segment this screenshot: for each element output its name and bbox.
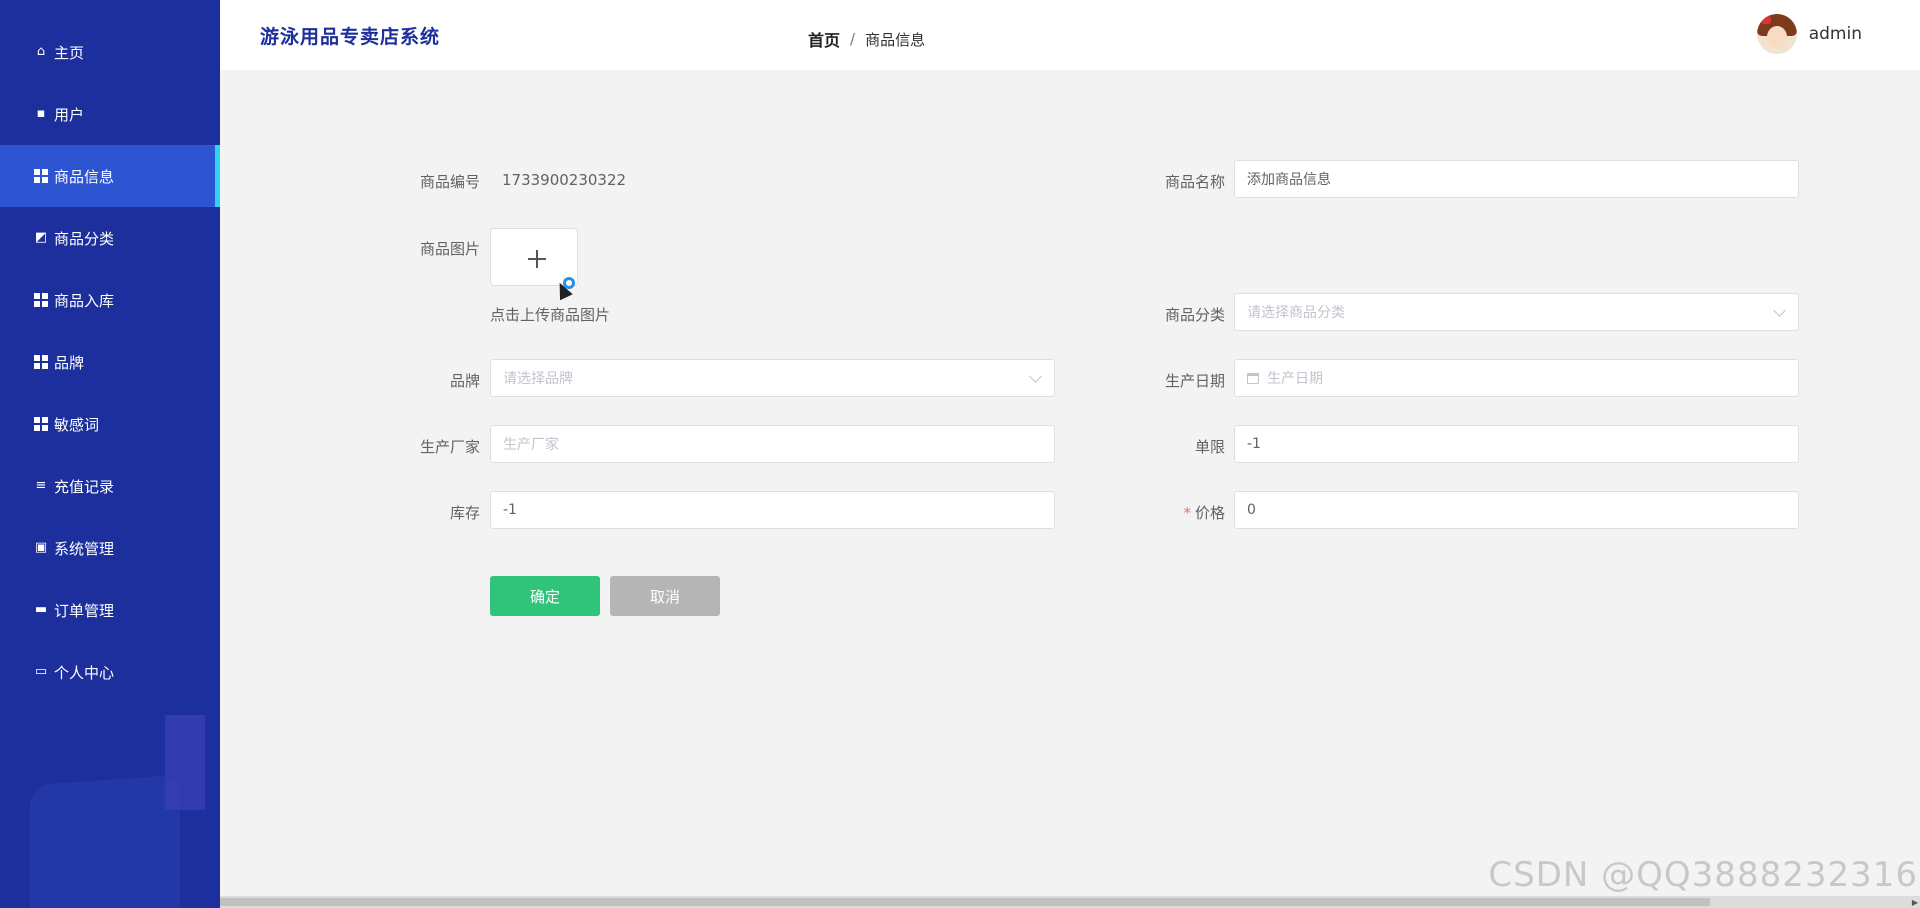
manufacturer-placeholder: 生产厂家 <box>503 437 559 453</box>
sidebar-item-personal-center[interactable]: ▭ 个人中心 <box>0 641 220 703</box>
top-header: 游泳用品专卖店系统 首页 / 商品信息 admin <box>220 0 1920 70</box>
avatar <box>1756 14 1797 54</box>
product-no-value: 1733900230322 <box>502 171 627 189</box>
sidebar-decoration <box>30 774 180 908</box>
confirm-button[interactable]: 确定 <box>490 576 600 616</box>
stock-label: 库存 <box>449 504 480 522</box>
price-value: 0 <box>1247 502 1256 518</box>
grid-icon <box>34 169 48 183</box>
sidebar-item-recharge-records[interactable]: ≡ 充值记录 <box>0 455 220 517</box>
sidebar-item-label: 个人中心 <box>54 663 115 682</box>
breadcrumb-separator: / <box>850 30 856 48</box>
sidebar-item-users[interactable]: ▪ 用户 <box>0 83 220 145</box>
sidebar-item-label: 系统管理 <box>54 539 115 558</box>
scroll-right-icon[interactable]: ▶ <box>1912 898 1918 907</box>
user-menu[interactable]: admin <box>1756 14 1862 54</box>
breadcrumb-current: 商品信息 <box>865 30 926 49</box>
sidebar-item-product-category[interactable]: ◩ 商品分类 <box>0 207 220 269</box>
manufacturer-input[interactable]: 生产厂家 <box>490 425 1055 463</box>
stock-input[interactable]: -1 <box>490 491 1055 529</box>
sidebar-item-home[interactable]: ⌂ 主页 <box>0 21 220 83</box>
chart-icon: ◩ <box>34 230 48 245</box>
sidebar: ⌂ 主页 ▪ 用户 商品信息 ◩ 商品分类 商品入库 品牌 敏感词 ≡ 充值记录… <box>0 0 220 908</box>
grid-icon <box>34 355 48 369</box>
scrollbar-thumb[interactable] <box>220 898 1710 906</box>
required-mark: * <box>1183 504 1191 522</box>
loading-indicator-icon <box>563 277 575 289</box>
chevron-down-icon <box>1773 304 1786 317</box>
category-select[interactable]: 请选择商品分类 <box>1234 293 1799 331</box>
limit-value: -1 <box>1247 436 1261 452</box>
sidebar-item-label: 商品入库 <box>54 291 115 310</box>
sidebar-item-product-info[interactable]: 商品信息 <box>0 145 220 207</box>
home-icon: ⌂ <box>36 44 46 59</box>
sidebar-item-product-stock-in[interactable]: 商品入库 <box>0 269 220 331</box>
clipboard-icon: ▣ <box>34 540 48 555</box>
limit-label: 单限 <box>1194 438 1225 456</box>
image-upload-hint: 点击上传商品图片 <box>490 306 611 324</box>
horizontal-scrollbar[interactable]: ▶ <box>220 896 1920 908</box>
grid-icon <box>34 417 48 431</box>
app-title: 游泳用品专卖店系统 <box>260 26 441 48</box>
brand-label: 品牌 <box>449 372 480 390</box>
price-label: * 价格 <box>1183 504 1225 522</box>
sidebar-item-label: 订单管理 <box>54 601 115 620</box>
limit-input[interactable]: -1 <box>1234 425 1799 463</box>
sliders-icon: ≡ <box>35 478 47 493</box>
watermark: CSDN @QQ3888232316 <box>1488 855 1918 895</box>
category-label: 商品分类 <box>1164 306 1225 324</box>
production-date-placeholder: 生产日期 <box>1267 371 1323 387</box>
breadcrumb: 首页 / 商品信息 <box>808 27 925 51</box>
card-icon: ▭ <box>34 664 48 679</box>
price-input[interactable]: 0 <box>1234 491 1799 529</box>
calendar-icon <box>1247 372 1259 384</box>
sidebar-item-label: 敏感词 <box>54 415 100 434</box>
sidebar-item-label: 品牌 <box>54 353 85 372</box>
category-placeholder: 请选择商品分类 <box>1247 305 1345 321</box>
grid-icon <box>34 293 48 307</box>
breadcrumb-home[interactable]: 首页 <box>808 27 840 51</box>
production-date-label: 生产日期 <box>1164 372 1225 390</box>
sidebar-item-label: 用户 <box>54 105 85 124</box>
sidebar-item-system-management[interactable]: ▣ 系统管理 <box>0 517 220 579</box>
product-name-label: 商品名称 <box>1164 173 1225 191</box>
production-date-picker[interactable]: 生产日期 <box>1234 359 1799 397</box>
cancel-button[interactable]: 取消 <box>610 576 720 616</box>
product-no-label: 商品编号 <box>419 173 480 191</box>
sidebar-item-order-management[interactable]: ▬ 订单管理 <box>0 579 220 641</box>
monitor-icon: ▬ <box>34 602 48 617</box>
stock-value: -1 <box>503 502 517 518</box>
brand-placeholder: 请选择品牌 <box>503 371 573 387</box>
sidebar-item-label: 商品分类 <box>54 229 115 248</box>
sidebar-item-brand[interactable]: 品牌 <box>0 331 220 393</box>
username: admin <box>1808 24 1862 44</box>
product-image-label: 商品图片 <box>419 240 480 258</box>
manufacturer-label: 生产厂家 <box>419 438 480 456</box>
sidebar-item-label: 主页 <box>54 43 85 62</box>
chevron-down-icon <box>1029 370 1042 383</box>
sidebar-decoration <box>165 715 205 810</box>
chat-icon: ▪ <box>36 106 46 121</box>
sidebar-item-sensitive-words[interactable]: 敏感词 <box>0 393 220 455</box>
product-name-input[interactable]: 添加商品信息 <box>1234 160 1799 198</box>
product-name-value: 添加商品信息 <box>1247 172 1331 188</box>
sidebar-item-label: 商品信息 <box>54 167 115 186</box>
sidebar-item-label: 充值记录 <box>54 477 115 496</box>
brand-select[interactable]: 请选择品牌 <box>490 359 1055 397</box>
